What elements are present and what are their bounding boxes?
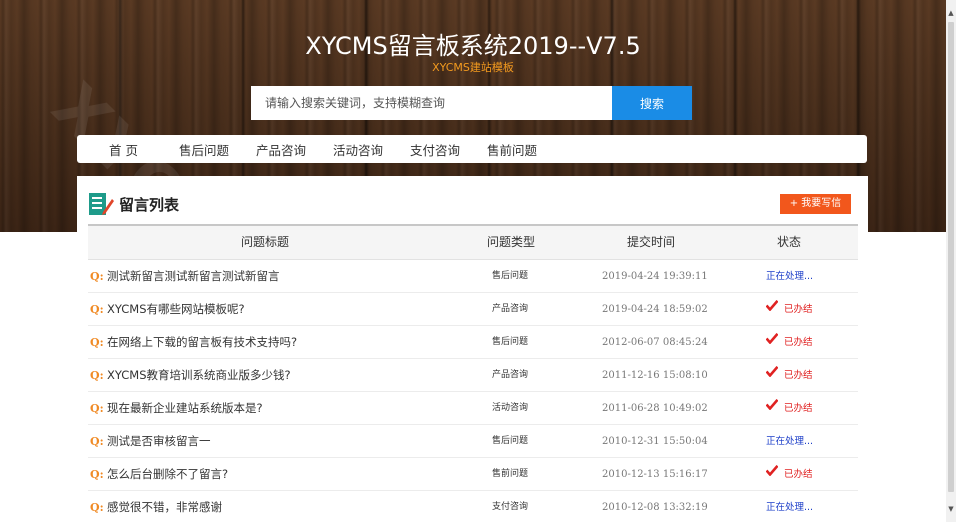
question-marker: Q: bbox=[90, 501, 104, 514]
submit-time: 2010-12-31 15:50:04 bbox=[602, 436, 708, 447]
message-title-link[interactable]: 测试是否审核留言一 bbox=[107, 425, 211, 458]
table-header: 问题标题 问题类型 提交时间 状态 bbox=[88, 224, 858, 260]
message-type: 活动咨询 bbox=[492, 403, 529, 413]
question-marker: Q: bbox=[90, 369, 104, 382]
panel-title: 留言列表 bbox=[119, 195, 180, 214]
table-row[interactable]: Q: 感觉很不错，非常感谢 支付咨询 2010-12-08 13:32:19 正在处理.… bbox=[88, 491, 858, 522]
status-text: 已办结 bbox=[784, 370, 813, 381]
status-badge: 已办结 bbox=[765, 358, 813, 392]
status-badge: 正在处理... bbox=[766, 260, 813, 293]
question-marker: Q: bbox=[90, 468, 104, 481]
status-text: 已办结 bbox=[784, 469, 813, 480]
message-title-link[interactable]: 怎么后台删除不了留言? bbox=[107, 458, 228, 491]
scroll-down-arrow-icon[interactable]: ▼ bbox=[946, 502, 956, 516]
column-header-type: 问题类型 bbox=[487, 235, 536, 249]
message-table: 问题标题 问题类型 提交时间 状态 Q: 测试新留言测试新留言测试新留言 售后问题 2… bbox=[88, 224, 858, 522]
status-badge: 已办结 bbox=[765, 292, 813, 326]
question-marker: Q: bbox=[90, 303, 104, 316]
status-badge: 已办结 bbox=[765, 457, 813, 491]
submit-time: 2019-04-24 19:39:11 bbox=[602, 271, 708, 282]
message-title-link[interactable]: XYCMS教育培训系统商业版多少钱? bbox=[107, 359, 291, 392]
message-type: 支付咨询 bbox=[492, 502, 529, 512]
table-row[interactable]: Q: 测试新留言测试新留言测试新留言 售后问题 2019-04-24 19:39:11… bbox=[88, 260, 858, 293]
status-text: 已办结 bbox=[784, 304, 813, 315]
message-title-link[interactable]: 在网络上下载的留言板有技术支持吗? bbox=[107, 326, 297, 359]
column-header-title: 问题标题 bbox=[241, 235, 290, 249]
site-title: XYCMS留言板系统2019--V7.5 bbox=[305, 32, 641, 60]
submit-time: 2011-06-28 10:49:02 bbox=[602, 403, 708, 414]
write-message-button[interactable]: + 我要写信 bbox=[780, 194, 851, 214]
status-badge: 正在处理... bbox=[766, 491, 813, 522]
checkmark-icon bbox=[765, 457, 779, 490]
table-row[interactable]: Q: 测试是否审核留言一 售后问题 2010-12-31 15:50:04 正在处理..… bbox=[88, 425, 858, 458]
question-marker: Q: bbox=[90, 435, 104, 448]
scroll-thumb[interactable] bbox=[948, 22, 954, 492]
message-type: 售后问题 bbox=[492, 436, 529, 446]
table-row[interactable]: Q: 在网络上下载的留言板有技术支持吗? 售后问题 2012-06-07 08:45:… bbox=[88, 326, 858, 359]
question-marker: Q: bbox=[90, 402, 104, 415]
scroll-up-arrow-icon[interactable]: ▲ bbox=[946, 6, 956, 20]
status-text: 已办结 bbox=[784, 337, 813, 348]
status-badge: 已办结 bbox=[765, 325, 813, 359]
message-title-link[interactable]: XYCMS有哪些网站模板呢? bbox=[107, 293, 245, 326]
status-text: 已办结 bbox=[784, 403, 813, 414]
message-type: 售后问题 bbox=[492, 271, 529, 281]
table-row[interactable]: Q: XYCMS教育培训系统商业版多少钱? 产品咨询 2011-12-16 15:08… bbox=[88, 359, 858, 392]
table-body: Q: 测试新留言测试新留言测试新留言 售后问题 2019-04-24 19:39:11… bbox=[88, 260, 858, 522]
message-type: 产品咨询 bbox=[492, 304, 529, 314]
message-type: 售后问题 bbox=[492, 337, 529, 347]
message-type: 产品咨询 bbox=[492, 370, 529, 380]
submit-time: 2011-12-16 15:08:10 bbox=[602, 370, 708, 381]
message-title-link[interactable]: 感觉很不错，非常感谢 bbox=[107, 491, 222, 522]
question-marker: Q: bbox=[90, 336, 104, 349]
message-title-link[interactable]: 现在最新企业建站系统版本是? bbox=[107, 392, 263, 425]
table-row[interactable]: Q: XYCMS有哪些网站模板呢? 产品咨询 2019-04-24 18:59:02 已… bbox=[88, 293, 858, 326]
nav-item-after-sales[interactable]: 售后问题 bbox=[179, 140, 229, 159]
panel-header: 留言列表 bbox=[88, 191, 179, 217]
status-text: 正在处理... bbox=[766, 502, 814, 513]
search-input[interactable] bbox=[251, 86, 612, 120]
notebook-pen-icon bbox=[88, 191, 114, 217]
message-list-panel: 留言列表 + 我要写信 问题标题 问题类型 提交时间 状态 Q: 测试新留言测试新… bbox=[77, 176, 868, 522]
question-marker: Q: bbox=[90, 270, 104, 283]
page-scrollbar[interactable]: ▲ ▼ bbox=[946, 0, 956, 522]
checkmark-icon bbox=[765, 292, 779, 325]
submit-time: 2010-12-13 15:16:17 bbox=[602, 469, 708, 480]
checkmark-icon bbox=[765, 325, 779, 358]
site-subtitle: XYCMS建站模板 bbox=[432, 61, 514, 74]
nav-item-product[interactable]: 产品咨询 bbox=[256, 140, 306, 159]
nav-item-activity[interactable]: 活动咨询 bbox=[333, 140, 383, 159]
message-type: 售前问题 bbox=[492, 469, 529, 479]
status-text: 正在处理... bbox=[766, 436, 814, 447]
search-bar: 搜索 bbox=[251, 86, 692, 120]
submit-time: 2012-06-07 08:45:24 bbox=[602, 337, 708, 348]
status-text: 正在处理... bbox=[766, 271, 814, 282]
submit-time: 2010-12-08 13:32:19 bbox=[602, 502, 708, 513]
checkmark-icon bbox=[765, 358, 779, 391]
nav-item-payment[interactable]: 支付咨询 bbox=[410, 140, 460, 159]
nav-item-pre-sales[interactable]: 售前问题 bbox=[487, 140, 537, 159]
status-badge: 已办结 bbox=[765, 391, 813, 425]
table-row[interactable]: Q: 现在最新企业建站系统版本是? 活动咨询 2011-06-28 10:49:02 已… bbox=[88, 392, 858, 425]
column-header-time: 提交时间 bbox=[627, 235, 676, 249]
message-title-link[interactable]: 测试新留言测试新留言测试新留言 bbox=[107, 260, 280, 293]
main-nav: 首 页 售后问题 产品咨询 活动咨询 支付咨询 售前问题 bbox=[77, 135, 867, 163]
nav-item-home[interactable]: 首 页 bbox=[109, 140, 138, 159]
table-row[interactable]: Q: 怎么后台删除不了留言? 售前问题 2010-12-13 15:16:17 已办结 bbox=[88, 458, 858, 491]
status-badge: 正在处理... bbox=[766, 425, 813, 458]
submit-time: 2019-04-24 18:59:02 bbox=[602, 304, 708, 315]
column-header-status: 状态 bbox=[777, 235, 802, 249]
checkmark-icon bbox=[765, 391, 779, 424]
search-button[interactable]: 搜索 bbox=[612, 86, 692, 120]
